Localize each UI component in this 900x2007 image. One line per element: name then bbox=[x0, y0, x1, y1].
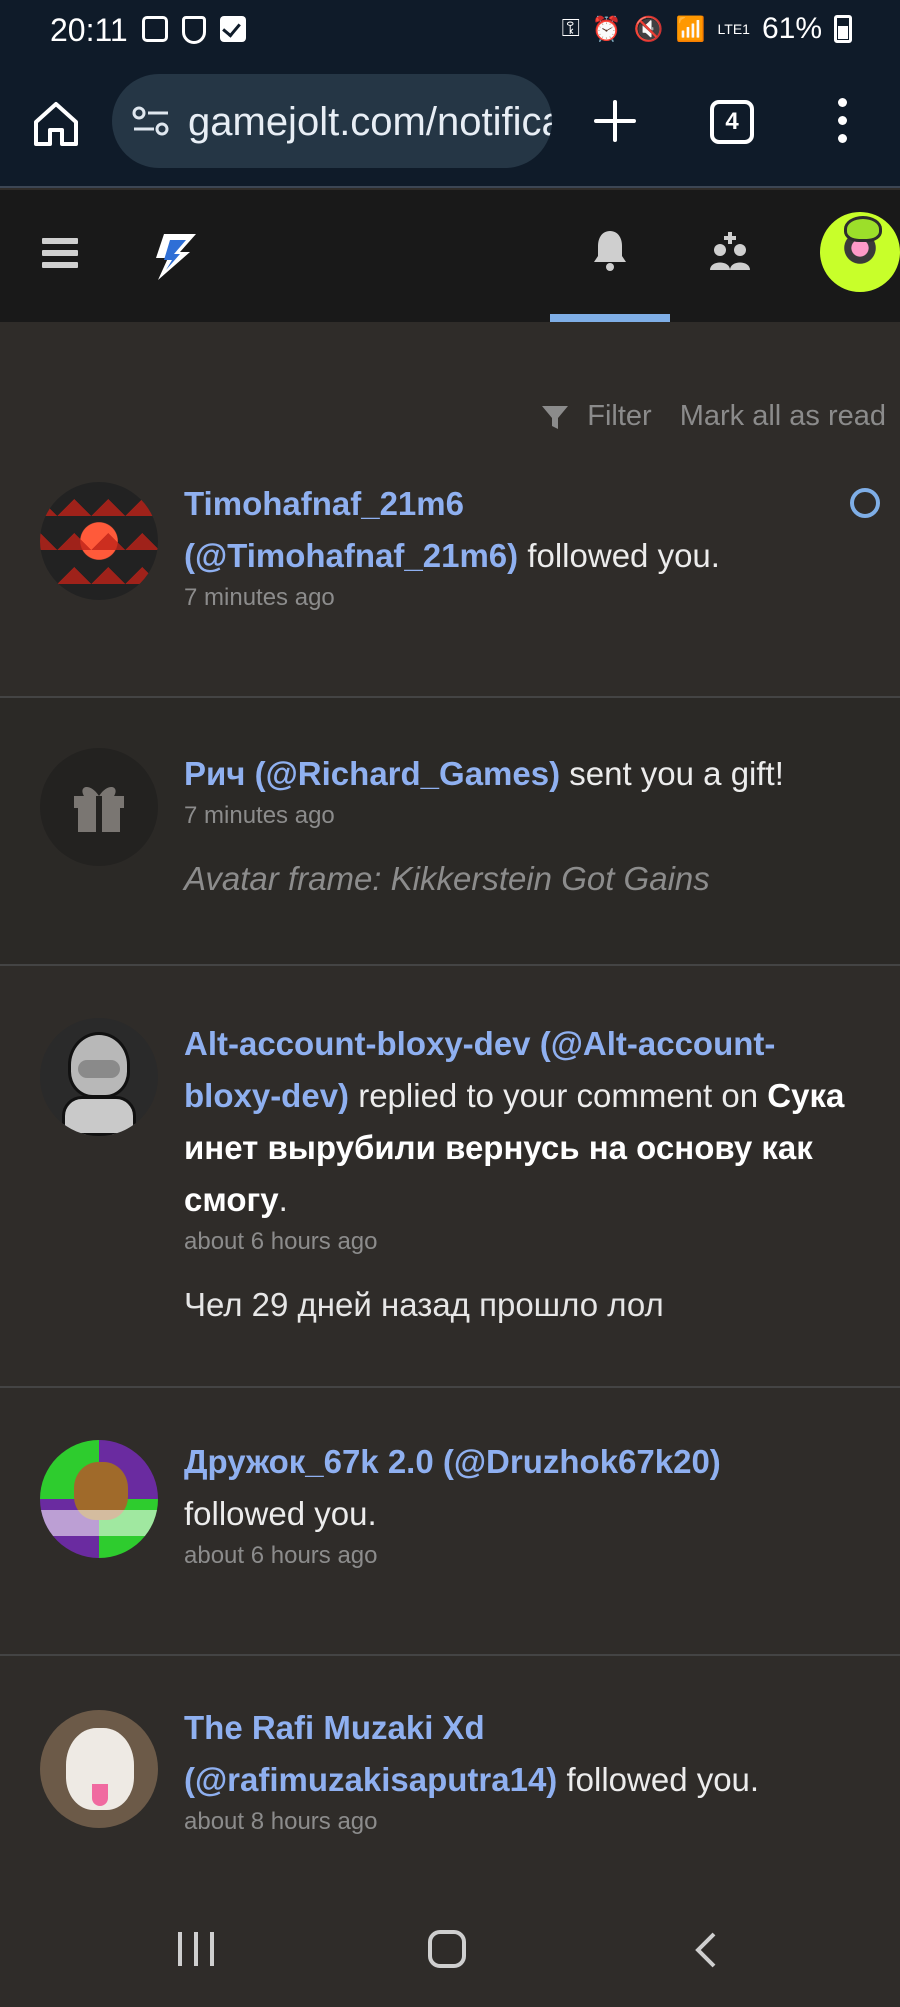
network-label: LTE1 bbox=[717, 21, 750, 37]
filter-button[interactable]: Filter bbox=[587, 400, 651, 433]
gamejolt-logo-icon[interactable] bbox=[150, 232, 198, 282]
shield-icon bbox=[182, 16, 206, 44]
notification-text: sent you a gift! bbox=[560, 755, 784, 792]
mute-icon: 🔇 bbox=[633, 15, 664, 43]
home-icon[interactable] bbox=[30, 98, 82, 150]
notification-actions: Filter Mark all as read bbox=[541, 400, 886, 433]
timestamp: about 6 hours ago bbox=[184, 1228, 378, 1255]
status-time: 20:11 bbox=[50, 12, 128, 48]
status-bar: 20:11 ⚿ ⏰ 🔇 📶 LTE1 61% bbox=[0, 0, 900, 62]
gift-detail: Avatar frame: Kikkerstein Got Gains bbox=[184, 860, 710, 897]
notification-text: followed you. bbox=[557, 1761, 760, 1798]
user-link[interactable]: Timohafnaf_21m6 bbox=[184, 485, 464, 522]
hamburger-menu-icon[interactable] bbox=[42, 238, 78, 274]
list-item[interactable]: Рич (@Richard_Games) sent you a gift! 7 … bbox=[0, 698, 900, 966]
new-tab-button[interactable] bbox=[590, 96, 640, 146]
list-item[interactable]: The Rafi Muzaki Xd (@rafimuzakisaputra14… bbox=[0, 1656, 900, 1880]
avatar[interactable] bbox=[40, 1440, 158, 1558]
user-link[interactable]: The Rafi Muzaki Xd bbox=[184, 1709, 485, 1746]
battery-icon bbox=[834, 15, 852, 43]
timestamp: about 6 hours ago bbox=[184, 1542, 378, 1569]
bell-icon bbox=[594, 231, 626, 271]
timestamp: 7 minutes ago bbox=[184, 802, 335, 829]
browser-toolbar: gamejolt.com/notifications 4 bbox=[0, 62, 900, 188]
url-text[interactable]: gamejolt.com/notifications bbox=[188, 100, 552, 145]
recent-apps-icon[interactable] bbox=[178, 1932, 214, 1966]
friend-requests-icon[interactable] bbox=[706, 230, 754, 278]
address-bar[interactable]: gamejolt.com/notifications bbox=[112, 74, 552, 168]
list-item[interactable]: Alt-account-bloxy-dev (@Alt-account-blox… bbox=[0, 966, 900, 1388]
active-tab-indicator bbox=[550, 314, 670, 322]
avatar[interactable] bbox=[40, 1018, 158, 1136]
checkbox-icon bbox=[220, 16, 246, 42]
user-link[interactable]: Рич bbox=[184, 755, 245, 792]
filter-icon[interactable] bbox=[541, 403, 569, 431]
alarm-icon: ⏰ bbox=[591, 15, 622, 43]
unread-indicator[interactable] bbox=[850, 488, 880, 518]
avatar[interactable] bbox=[40, 482, 158, 600]
avatar bbox=[40, 748, 158, 866]
browser-menu-icon[interactable] bbox=[836, 98, 848, 146]
tab-switcher-button[interactable]: 4 bbox=[710, 100, 754, 144]
notifications-button[interactable] bbox=[550, 190, 670, 322]
user-link[interactable]: Alt-account-bloxy-dev bbox=[184, 1025, 531, 1062]
notification-text: replied to your comment on bbox=[349, 1077, 768, 1114]
list-item[interactable]: Timohafnaf_21m6 (@Timohafnaf_21m6) follo… bbox=[0, 456, 900, 698]
notification-text: followed you. bbox=[184, 1495, 377, 1532]
gift-icon bbox=[74, 786, 124, 832]
list-item[interactable]: Дружок_67k 2.0 (@Druzhok67k20) followed … bbox=[0, 1388, 900, 1656]
timestamp: 7 minutes ago bbox=[184, 584, 335, 611]
user-avatar[interactable] bbox=[820, 212, 900, 292]
gallery-icon bbox=[142, 16, 168, 42]
back-icon[interactable] bbox=[690, 1932, 722, 1968]
user-handle-link[interactable]: (@Richard_Games) bbox=[255, 755, 560, 792]
system-nav-bar bbox=[0, 1880, 900, 2007]
app-header bbox=[0, 190, 900, 322]
timestamp: about 8 hours ago bbox=[184, 1808, 378, 1835]
user-handle-link[interactable]: (@rafimuzakisaputra14) bbox=[184, 1761, 557, 1798]
wifi-icon: 📶 bbox=[675, 15, 706, 43]
mark-all-read-button[interactable]: Mark all as read bbox=[680, 400, 886, 433]
avatar[interactable] bbox=[40, 1710, 158, 1828]
home-nav-icon[interactable] bbox=[428, 1930, 466, 1968]
user-link[interactable]: Дружок_67k 2.0 bbox=[184, 1443, 434, 1480]
notification-text: followed you. bbox=[518, 537, 720, 574]
battery-percent: 61% bbox=[761, 12, 822, 45]
user-handle-link[interactable]: (@Timohafnaf_21m6) bbox=[184, 537, 518, 574]
site-settings-icon[interactable] bbox=[132, 106, 170, 136]
key-icon: ⚿ bbox=[561, 15, 580, 42]
user-handle-link[interactable]: (@Druzhok67k20) bbox=[443, 1443, 721, 1480]
comment-text: Чел 29 дней назад прошло лол bbox=[184, 1286, 664, 1323]
